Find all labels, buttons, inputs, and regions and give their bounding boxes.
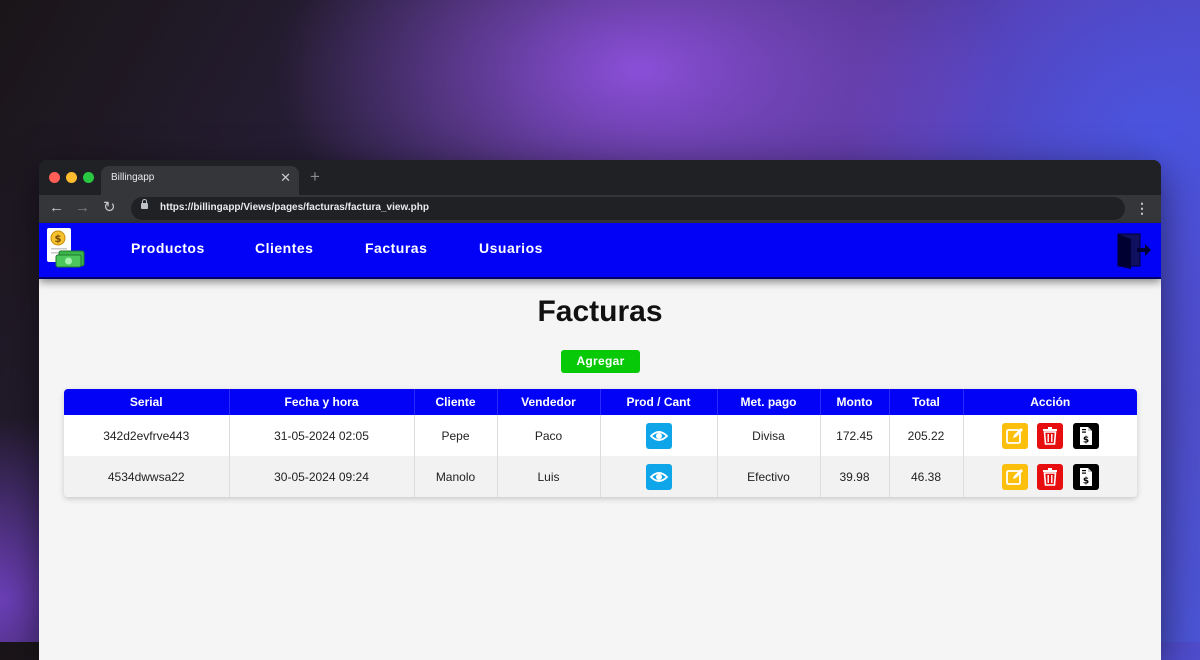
edit-icon xyxy=(1006,427,1023,444)
svg-text:$: $ xyxy=(1082,435,1088,445)
trash-icon xyxy=(1043,467,1058,486)
back-arrow-icon[interactable]: ← xyxy=(49,198,64,218)
invoice-icon: $ xyxy=(1079,467,1092,486)
browser-menu-icon[interactable]: ⋮ xyxy=(1135,198,1149,218)
logout-icon[interactable] xyxy=(1115,231,1151,269)
nav-usuarios[interactable]: Usuarios xyxy=(479,240,543,256)
tab-close-icon[interactable]: ✕ xyxy=(280,171,291,185)
add-button[interactable]: Agregar xyxy=(561,350,640,373)
cell-prod-cant xyxy=(600,415,718,456)
cell-monto: 172.45 xyxy=(820,415,890,456)
cell-monto: 39.98 xyxy=(820,456,890,497)
table-row: 4534dwwsa22 30-05-2024 09:24 Manolo Luis xyxy=(64,456,1137,497)
cell-vendedor: Luis xyxy=(497,456,601,497)
header-accion: Acción xyxy=(963,389,1137,415)
svg-text:$: $ xyxy=(55,234,62,245)
page-title: Facturas xyxy=(537,295,663,328)
cell-serial: 342d2evfrve443 xyxy=(64,415,230,456)
invoice-icon: $ xyxy=(1079,426,1092,445)
header-metodo: Met. pago xyxy=(717,389,821,415)
cell-accion: $ xyxy=(963,456,1137,497)
invoices-table: Serial Fecha y hora Cliente Vendedor Pro… xyxy=(64,389,1137,497)
cell-fecha: 30-05-2024 09:24 xyxy=(229,456,415,497)
close-window-button[interactable] xyxy=(49,172,60,183)
header-prod-cant: Prod / Cant xyxy=(600,389,718,415)
header-total: Total xyxy=(889,389,964,415)
eye-icon xyxy=(649,471,668,482)
cell-total: 46.38 xyxy=(889,456,964,497)
edit-icon xyxy=(1006,468,1023,485)
cell-prod-cant xyxy=(600,456,718,497)
cell-metodo: Efectivo xyxy=(717,456,821,497)
maximize-window-button[interactable] xyxy=(83,172,94,183)
header-serial: Serial xyxy=(64,389,230,415)
delete-button[interactable] xyxy=(1037,463,1064,490)
cell-cliente: Pepe xyxy=(414,415,498,456)
table-row: 342d2evfrve443 31-05-2024 02:05 Pepe Pac… xyxy=(64,415,1137,456)
cell-total: 205.22 xyxy=(889,415,964,456)
billing-logo-icon[interactable]: $ xyxy=(44,227,86,269)
tab-bar: Billingapp ✕ + xyxy=(39,160,1161,195)
table-header-row: Serial Fecha y hora Cliente Vendedor Pro… xyxy=(64,389,1137,415)
edit-button[interactable] xyxy=(1001,422,1028,449)
cell-accion: $ xyxy=(963,415,1137,456)
eye-icon xyxy=(649,430,668,441)
nav-clientes[interactable]: Clientes xyxy=(255,240,313,256)
browser-toolbar: ← → ↻ https://billingapp/Views/pages/fac… xyxy=(39,195,1161,223)
new-tab-icon[interactable]: + xyxy=(310,168,320,186)
minimize-window-button[interactable] xyxy=(66,172,77,183)
cell-vendedor: Paco xyxy=(497,415,601,456)
lock-icon xyxy=(141,199,148,209)
cell-cliente: Manolo xyxy=(414,456,498,497)
delete-button[interactable] xyxy=(1037,422,1064,449)
svg-text:$: $ xyxy=(1082,476,1088,486)
forward-arrow-icon[interactable]: → xyxy=(75,198,90,218)
nav-facturas[interactable]: Facturas xyxy=(365,240,427,256)
view-products-button[interactable] xyxy=(645,422,672,449)
reload-icon[interactable]: ↻ xyxy=(103,198,116,218)
tab-title: Billingapp xyxy=(111,172,155,183)
invoice-button[interactable]: $ xyxy=(1072,463,1099,490)
browser-tab[interactable]: Billingapp ✕ xyxy=(101,166,299,195)
view-products-button[interactable] xyxy=(645,463,672,490)
cell-fecha: 31-05-2024 02:05 xyxy=(229,415,415,456)
edit-button[interactable] xyxy=(1001,463,1028,490)
page-content: $ Productos Clientes Facturas Usuarios F… xyxy=(39,223,1161,660)
app-navbar: $ Productos Clientes Facturas Usuarios xyxy=(39,223,1161,279)
header-fecha: Fecha y hora xyxy=(229,389,415,415)
trash-icon xyxy=(1043,426,1058,445)
header-cliente: Cliente xyxy=(414,389,498,415)
cell-metodo: Divisa xyxy=(717,415,821,456)
url-text: https://billingapp/Views/pages/facturas/… xyxy=(160,202,429,213)
browser-window: Billingapp ✕ + ← → ↻ https://billingapp/… xyxy=(39,160,1161,660)
header-vendedor: Vendedor xyxy=(497,389,601,415)
header-monto: Monto xyxy=(820,389,890,415)
invoice-button[interactable]: $ xyxy=(1072,422,1099,449)
cell-serial: 4534dwwsa22 xyxy=(64,456,230,497)
nav-productos[interactable]: Productos xyxy=(131,240,205,256)
address-bar[interactable]: https://billingapp/Views/pages/facturas/… xyxy=(131,197,1125,220)
